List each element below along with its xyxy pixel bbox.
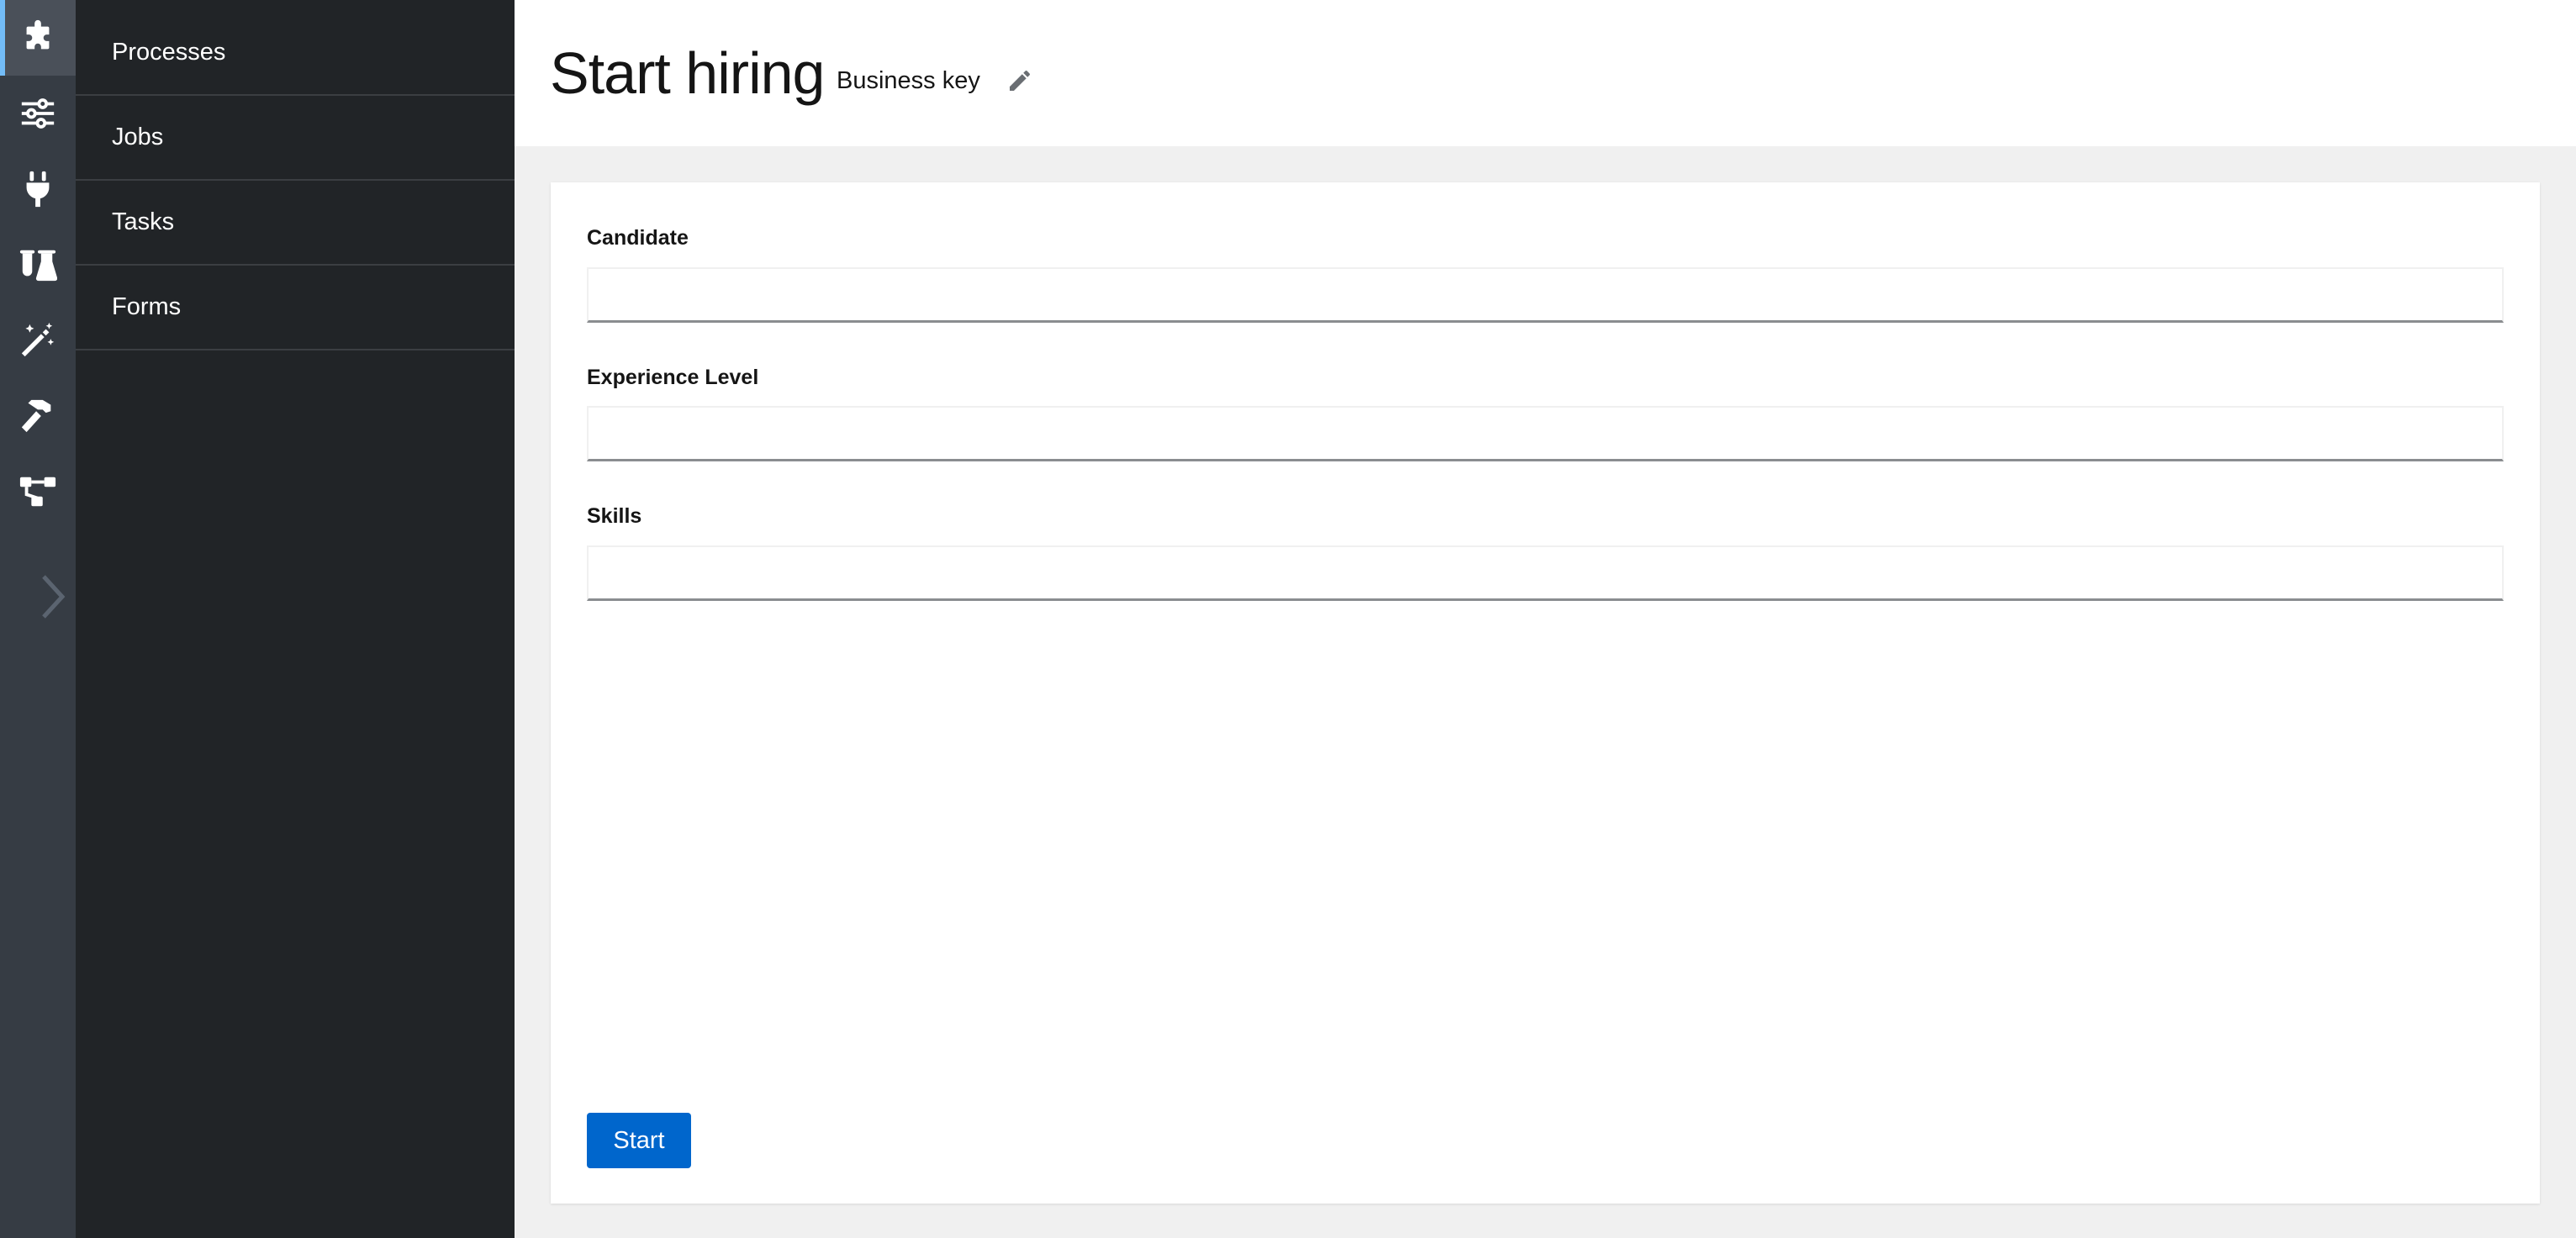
- nav-item-tasks[interactable]: Tasks: [76, 181, 515, 266]
- business-key-label: Business key: [837, 67, 980, 94]
- candidate-label: Candidate: [587, 226, 689, 250]
- nav-item-processes[interactable]: Processes: [76, 11, 515, 96]
- experience-level-input[interactable]: [587, 406, 2504, 461]
- puzzle-piece-icon: [26, 19, 50, 50]
- skills-input[interactable]: [587, 545, 2504, 601]
- hammer-icon: [21, 399, 51, 433]
- candidate-input[interactable]: [587, 267, 2504, 323]
- icon-rail: [0, 0, 76, 1238]
- rail-item-settings[interactable]: [0, 76, 76, 151]
- rail-item-processes[interactable]: [0, 0, 76, 76]
- topology-icon: [19, 477, 56, 507]
- start-button[interactable]: Start: [587, 1113, 691, 1168]
- edit-business-key-button[interactable]: [1005, 66, 1035, 96]
- flask-icon: [19, 250, 57, 282]
- nav-item-forms[interactable]: Forms: [76, 266, 515, 350]
- plug-icon: [26, 171, 50, 208]
- page-title: Start hiring: [550, 40, 825, 106]
- experience-level-label: Experience Level: [587, 366, 759, 389]
- pencil-icon: [1010, 71, 1030, 91]
- skills-label: Skills: [587, 504, 642, 528]
- rail-item-testing[interactable]: [0, 227, 76, 303]
- page-header: Start hiring Business key: [515, 0, 2576, 146]
- form-card: Candidate Experience Level Skills Start: [551, 182, 2540, 1204]
- secondary-nav: Processes Jobs Tasks Forms: [76, 0, 515, 1238]
- rail-item-topology[interactable]: [0, 454, 76, 529]
- nav-item-jobs[interactable]: Jobs: [76, 96, 515, 181]
- rail-item-build[interactable]: [0, 378, 76, 454]
- chevron-right-icon[interactable]: [37, 572, 67, 622]
- rail-item-automation[interactable]: [0, 303, 76, 378]
- magic-wand-icon: [21, 322, 55, 357]
- rail-item-connections[interactable]: [0, 151, 76, 227]
- sliders-icon: [21, 98, 55, 129]
